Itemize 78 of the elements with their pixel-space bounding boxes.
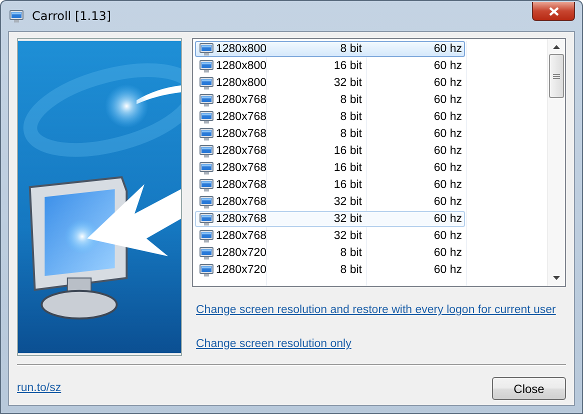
resolution-row[interactable]: 1280x768 8 bit 60 hz <box>195 109 465 125</box>
refresh-rate-text: 60 hz <box>432 264 462 276</box>
resolution-row[interactable]: 1280x800 8 bit 60 hz <box>195 41 465 57</box>
color-depth-text: 16 bit <box>332 145 362 157</box>
resolution-text: 1280x768 <box>216 128 266 140</box>
monitor-icon <box>199 178 214 192</box>
color-depth-text: 16 bit <box>332 179 362 191</box>
resolution-text: 1280x768 <box>216 179 266 191</box>
monitor-icon <box>199 42 214 56</box>
refresh-rate-text: 60 hz <box>432 145 462 157</box>
refresh-rate-text: 60 hz <box>432 111 462 123</box>
resolution-row[interactable]: 1280x800 16 bit 60 hz <box>195 58 465 74</box>
color-depth-text: 8 bit <box>339 94 362 106</box>
resolution-text: 1280x768 <box>216 213 266 225</box>
monitor-icon <box>199 196 214 208</box>
color-depth-text: 32 bit <box>332 196 362 208</box>
resolution-row[interactable]: 1280x768 16 bit 60 hz <box>195 160 465 176</box>
website-link[interactable]: run.to/sz <box>17 382 62 394</box>
resolution-text: 1280x720 <box>216 264 266 276</box>
color-depth-text: 8 bit <box>339 43 362 55</box>
resolution-row[interactable]: 1280x768 32 bit 60 hz <box>195 211 465 227</box>
resolution-row[interactable]: 1280x768 32 bit 60 hz <box>195 228 465 244</box>
color-depth-text: 16 bit <box>332 60 362 72</box>
refresh-rate-text: 60 hz <box>432 230 462 242</box>
refresh-rate-text: 60 hz <box>432 60 462 72</box>
resolution-row[interactable]: 1280x800 32 bit 60 hz <box>195 75 465 91</box>
refresh-rate-text: 60 hz <box>432 196 462 208</box>
resolution-row[interactable]: 1280x768 32 bit 60 hz <box>195 194 465 210</box>
restore-resolution-link[interactable]: Change screen resolution and restore with every logon for current user <box>196 304 556 316</box>
monitor-icon <box>199 60 214 72</box>
refresh-rate-text: 60 hz <box>432 77 462 89</box>
monitor-icon <box>199 246 214 260</box>
color-depth-text: 32 bit <box>332 213 362 225</box>
resolution-text: 1280x800 <box>216 43 266 55</box>
monitor-icon <box>199 144 214 158</box>
refresh-rate-text: 60 hz <box>432 94 462 106</box>
close-button[interactable]: Close <box>492 377 566 400</box>
color-depth-text: 32 bit <box>332 230 362 242</box>
refresh-rate-text: 60 hz <box>432 162 462 174</box>
color-depth-text: 8 bit <box>339 111 362 123</box>
monitor-icon <box>199 212 214 226</box>
refresh-rate-text: 60 hz <box>432 128 462 140</box>
resolution-row[interactable]: 1280x768 16 bit 60 hz <box>195 143 465 159</box>
refresh-rate-text: 60 hz <box>432 43 462 55</box>
resolution-row[interactable]: 1280x720 8 bit 60 hz <box>195 262 465 278</box>
resolution-row[interactable]: 1280x768 8 bit 60 hz <box>195 126 465 142</box>
resolution-row[interactable]: 1280x768 16 bit 60 hz <box>195 177 465 193</box>
monitor-icon <box>199 76 214 90</box>
resolution-text: 1280x720 <box>216 247 266 259</box>
resolution-text: 1280x768 <box>216 145 266 157</box>
resolution-text: 1280x768 <box>216 94 266 106</box>
color-depth-text: 8 bit <box>339 128 362 140</box>
resolution-text: 1280x768 <box>216 230 266 242</box>
close-icon <box>548 6 558 16</box>
monitor-icon <box>199 94 214 106</box>
refresh-rate-text: 60 hz <box>432 179 462 191</box>
monitor-icon <box>199 230 214 242</box>
resolution-text: 1280x768 <box>216 196 266 208</box>
color-depth-text: 32 bit <box>332 77 362 89</box>
color-depth-text: 16 bit <box>332 162 362 174</box>
resolution-text: 1280x768 <box>216 162 266 174</box>
color-depth-text: 8 bit <box>339 264 362 276</box>
resolution-text: 1280x800 <box>216 77 266 89</box>
close-window-button[interactable] <box>532 2 575 21</box>
monitor-icon <box>199 162 214 174</box>
refresh-rate-text: 60 hz <box>432 213 462 225</box>
monitor-icon <box>199 128 214 140</box>
resolution-text: 1280x800 <box>216 60 266 72</box>
window-title: Carroll [1.13] <box>32 9 112 23</box>
refresh-rate-text: 60 hz <box>432 247 462 259</box>
monitor-icon <box>199 264 214 276</box>
resolution-row[interactable]: 1280x768 8 bit 60 hz <box>195 92 465 108</box>
monitor-icon <box>199 110 214 124</box>
change-resolution-link[interactable]: Change screen resolution only <box>196 338 352 350</box>
color-depth-text: 8 bit <box>339 247 362 259</box>
app-monitor-icon <box>9 10 24 22</box>
resolution-text: 1280x768 <box>216 111 266 123</box>
resolution-row[interactable]: 1280x720 8 bit 60 hz <box>195 245 465 261</box>
